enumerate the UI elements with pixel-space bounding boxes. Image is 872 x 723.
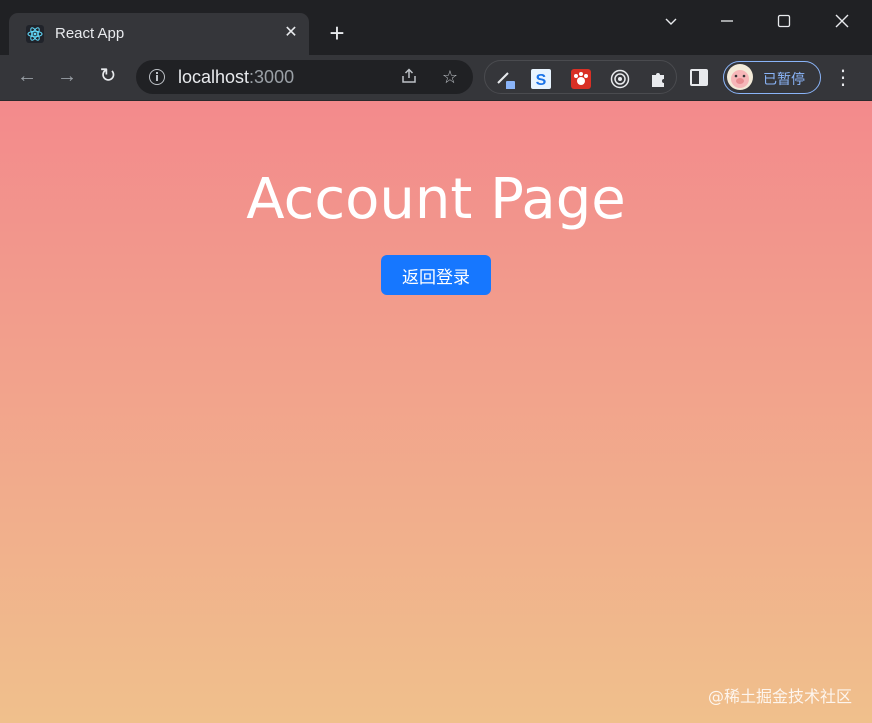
share-icon[interactable]: [399, 67, 419, 87]
site-info-icon[interactable]: [149, 69, 165, 85]
extensions-area: S: [484, 60, 677, 94]
minimize-icon[interactable]: [712, 8, 742, 34]
avatar: [727, 64, 753, 90]
tab-title: React App: [55, 25, 124, 42]
react-logo-icon: [26, 25, 44, 43]
forward-button[interactable]: →: [54, 63, 80, 89]
watermark: @稀土掘金技术社区: [708, 683, 852, 707]
svg-text:S: S: [536, 72, 547, 89]
profile-button[interactable]: 已暂停: [723, 61, 821, 94]
tab-react-app[interactable]: React App ✕: [9, 13, 309, 55]
back-to-login-button[interactable]: 返回登录: [381, 255, 491, 295]
eyedropper-extension-icon[interactable]: [495, 69, 515, 89]
tab-close-icon[interactable]: ✕: [280, 22, 302, 44]
bookmark-star-icon[interactable]: ☆: [440, 67, 460, 87]
new-tab-button[interactable]: +: [324, 21, 350, 47]
url-text[interactable]: localhost:3000: [178, 67, 294, 88]
extensions-puzzle-icon[interactable]: [648, 69, 668, 89]
window-close-icon[interactable]: [827, 8, 857, 34]
reload-button[interactable]: ↻: [95, 63, 121, 89]
back-button[interactable]: ←: [14, 63, 40, 89]
browser-toolbar: ← → ↻ localhost:3000 ☆ S 已暂停 ⋮: [0, 55, 872, 101]
menu-icon[interactable]: ⋮: [832, 65, 854, 91]
side-panel-icon[interactable]: [690, 69, 708, 86]
maximize-icon[interactable]: [769, 8, 799, 34]
tab-strip: React App ✕ +: [0, 0, 872, 55]
s-extension-icon[interactable]: S: [531, 69, 551, 89]
tab-search-dropdown-icon[interactable]: [656, 8, 686, 34]
page-title: Account Page: [0, 167, 872, 232]
page-content: Account Page 返回登录 @稀土掘金技术社区: [0, 101, 872, 723]
paw-extension-icon[interactable]: [571, 69, 591, 89]
target-extension-icon[interactable]: [610, 69, 630, 89]
profile-status-label: 已暂停: [763, 69, 805, 89]
address-bar[interactable]: localhost:3000 ☆: [136, 60, 473, 94]
